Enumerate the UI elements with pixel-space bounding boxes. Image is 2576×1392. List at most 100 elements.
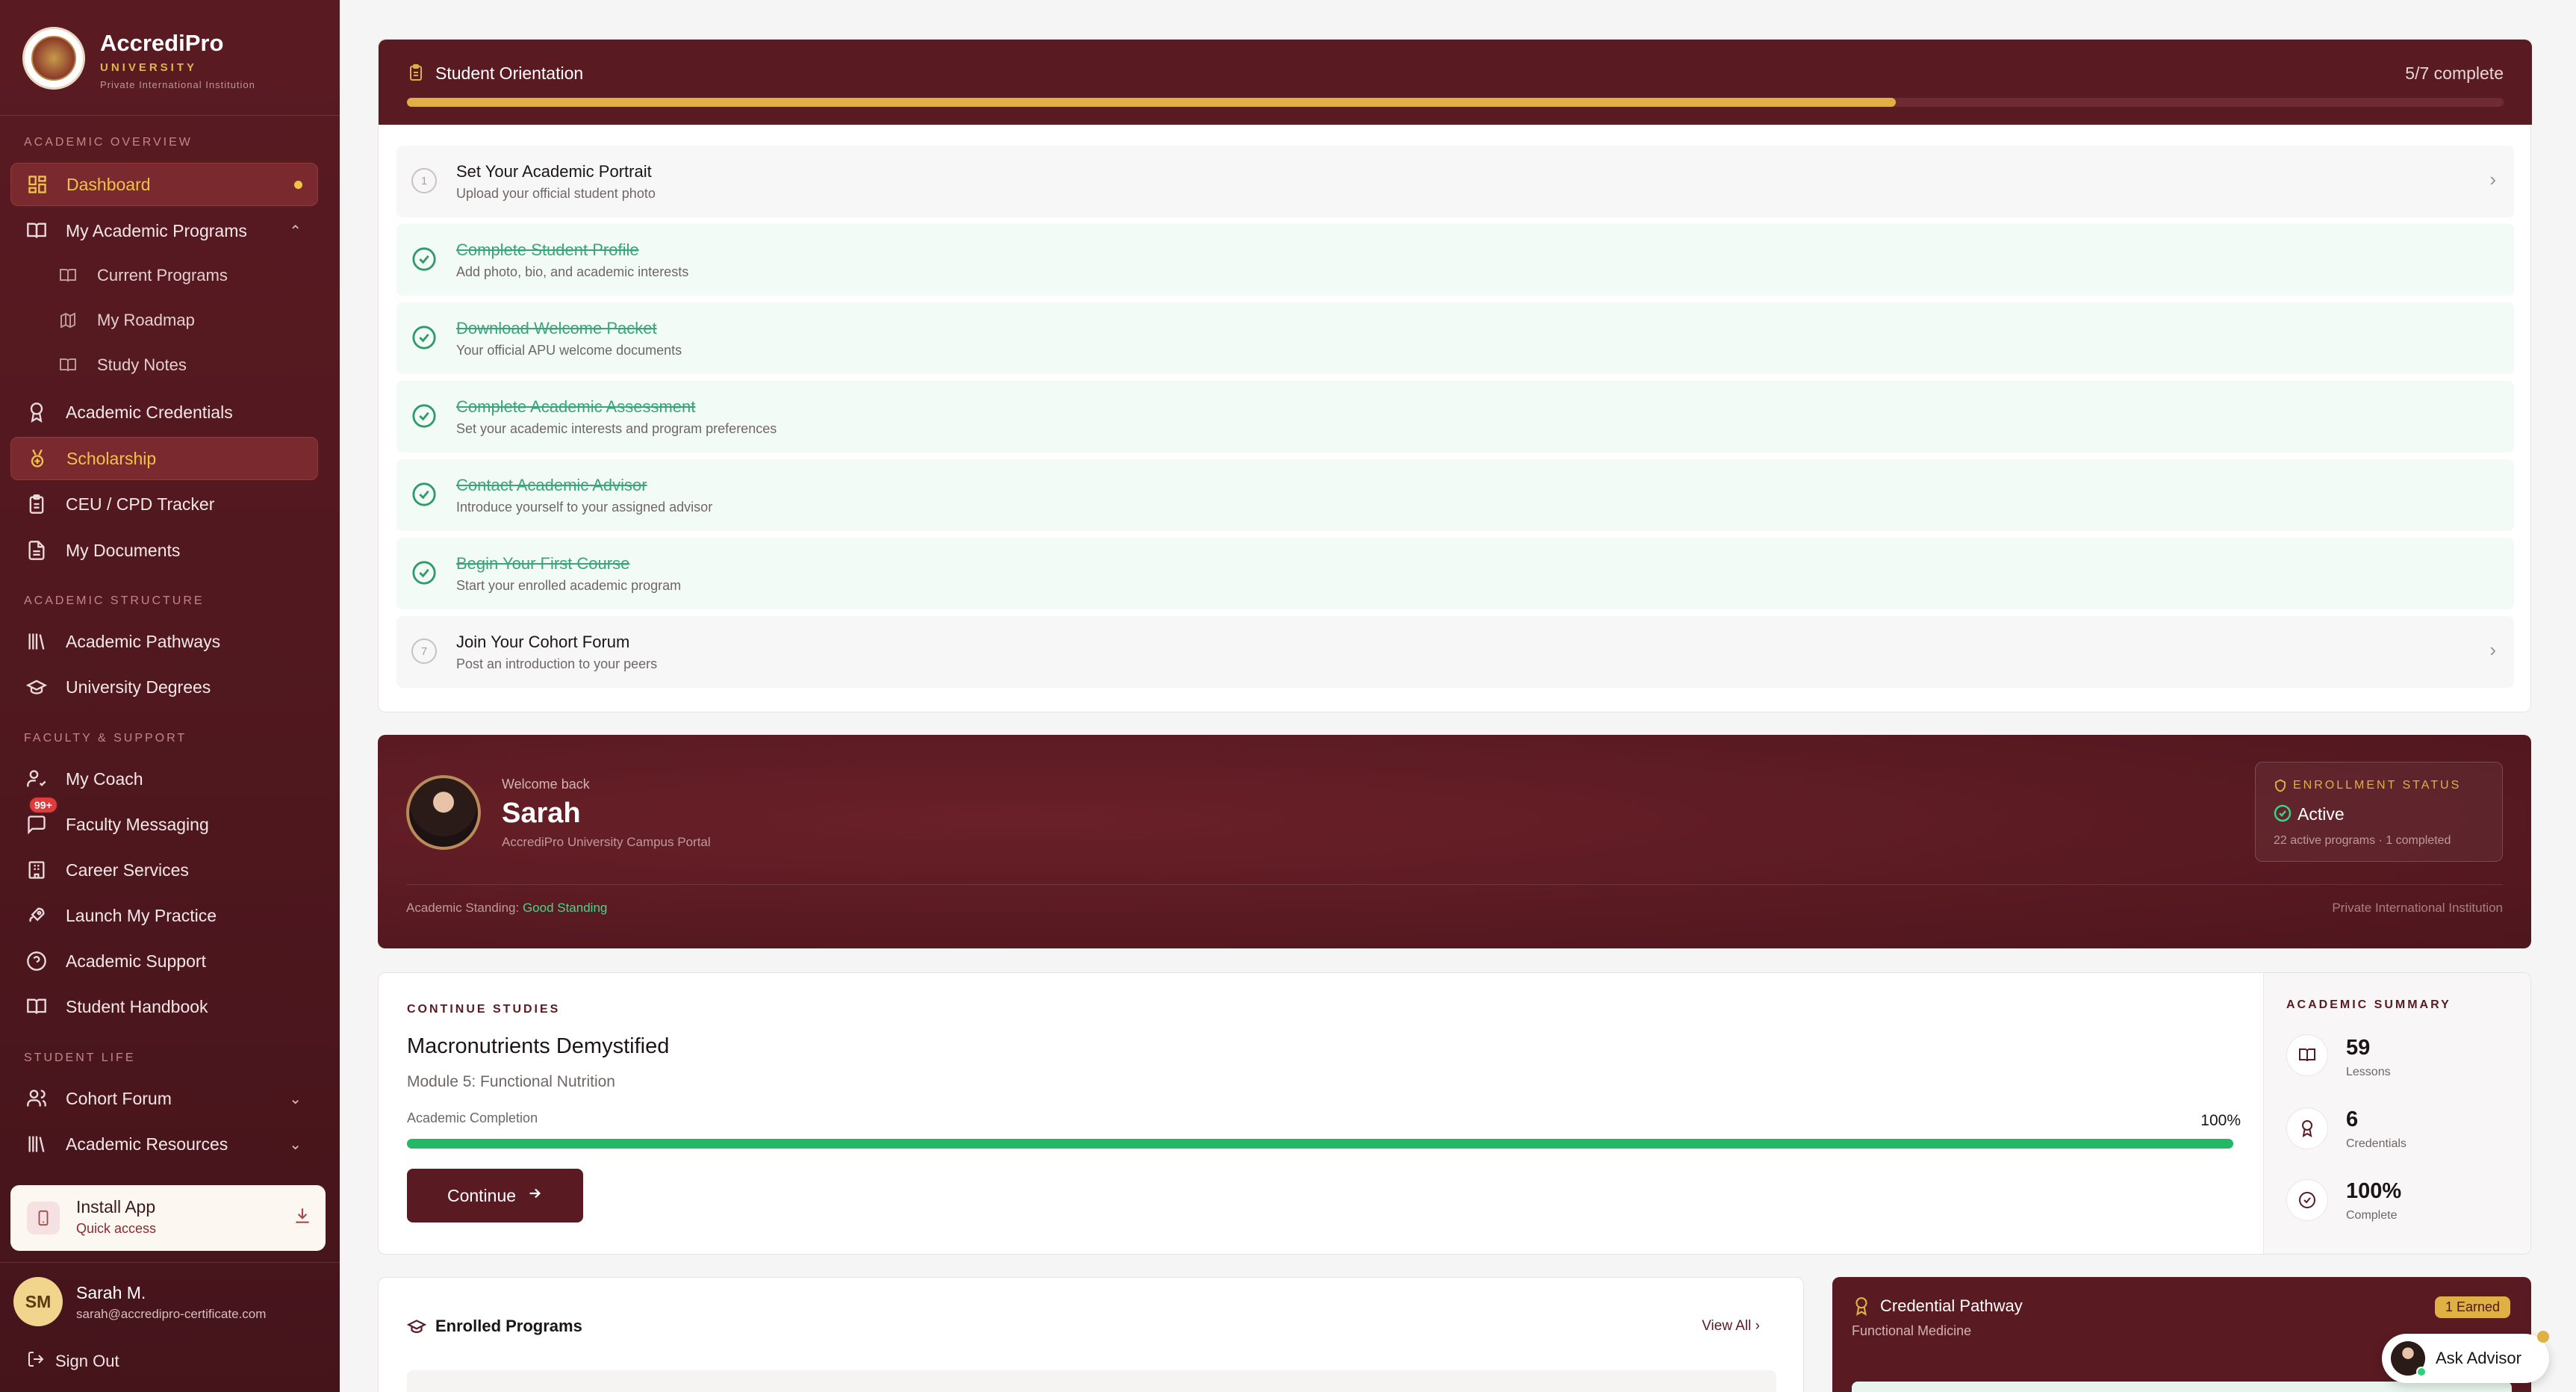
brand[interactable]: AccrediPro UNIVERSITY Private Internatio…: [22, 27, 321, 94]
user-email: sarah@accredipro-certificate.com: [76, 1307, 267, 1321]
clipboard-icon: [25, 493, 48, 515]
check-circle-icon: [411, 325, 437, 350]
map-icon: [57, 309, 79, 332]
module-name: Module 5: Functional Nutrition: [407, 1073, 615, 1090]
library-icon: [25, 630, 48, 653]
sidebar-item-label: My Roadmap: [97, 311, 195, 329]
sidebar-item-handbook[interactable]: Student Handbook: [10, 985, 318, 1028]
chevron-down-icon: ⌄: [289, 1090, 302, 1107]
avatar: SM: [13, 1277, 63, 1326]
chevron-right-icon: ›: [2489, 638, 2496, 661]
sidebar-item-current-programs[interactable]: Current Programs: [10, 254, 318, 297]
orientation-task[interactable]: Complete Student Profile Add photo, bio, …: [396, 224, 2514, 296]
sidebar-item-scholarship[interactable]: Scholarship: [10, 437, 318, 480]
install-app-button[interactable]: Install App Quick access: [10, 1185, 326, 1251]
sidebar-item-label: Academic Pathways: [66, 631, 221, 651]
chevron-right-icon: ›: [1755, 1318, 1760, 1334]
check-circle-icon: [2286, 1179, 2328, 1221]
medal-icon: [26, 447, 49, 470]
orientation-task[interactable]: Download Welcome Packet Your official APU…: [396, 302, 2514, 374]
sidebar-item-label: My Academic Programs: [66, 220, 247, 240]
sidebar-item-resources[interactable]: Academic Resources ⌄: [10, 1122, 318, 1166]
award-icon: [2286, 1107, 2328, 1149]
grid-icon: [26, 173, 49, 196]
task-description: Introduce yourself to your assigned advi…: [456, 500, 713, 515]
orientation-progress-bar: [407, 98, 2504, 107]
sidebar-item-pathways[interactable]: Academic Pathways: [10, 620, 318, 663]
sidebar-divider: [0, 115, 340, 116]
academic-summary: ACADEMIC SUMMARY 59 Lessons 6 Credential…: [2263, 973, 2530, 1254]
sign-out-label: Sign Out: [55, 1352, 119, 1370]
enrolled-title: Enrolled Programs: [435, 1317, 582, 1335]
sidebar-item-coach[interactable]: My Coach: [10, 757, 318, 801]
user-name: Sarah M.: [76, 1283, 146, 1302]
student-photo: [406, 775, 481, 850]
check-circle-icon: [411, 246, 437, 272]
sidebar-item-study-notes[interactable]: Study Notes: [10, 344, 318, 387]
sidebar-item-career[interactable]: Career Services: [10, 848, 318, 892]
building-icon: [25, 859, 48, 881]
course-title[interactable]: Macronutrients Demystified: [407, 1034, 669, 1059]
step-number: 7: [411, 638, 437, 664]
ask-advisor-button[interactable]: Ask Advisor: [2382, 1334, 2549, 1383]
sidebar-item-ceu-tracker[interactable]: CEU / CPD Tracker: [10, 482, 318, 526]
sidebar-item-label: Scholarship: [66, 448, 157, 468]
sidebar-item-dashboard[interactable]: Dashboard: [10, 163, 318, 206]
graduation-cap-icon: [406, 1317, 427, 1340]
orientation-task[interactable]: 7 Join Your Cohort Forum Post an introduct…: [396, 616, 2514, 688]
orientation-header: Student Orientation 5/7 complete: [379, 40, 2532, 125]
sidebar-item-documents[interactable]: My Documents: [10, 529, 318, 572]
continue-button[interactable]: Continue: [407, 1169, 583, 1222]
sign-out-button[interactable]: Sign Out: [27, 1350, 119, 1373]
sidebar-item-degrees[interactable]: University Degrees: [10, 665, 318, 709]
orientation-task[interactable]: 1 Set Your Academic Portrait Upload your o…: [396, 146, 2514, 217]
help-circle-icon: [25, 950, 48, 972]
orientation-task[interactable]: Complete Academic Assessment Set your aca…: [396, 381, 2514, 453]
sidebar-item-label: Study Notes: [97, 355, 187, 374]
library-icon: [25, 1133, 48, 1155]
complete-label: Complete: [2346, 1209, 2398, 1222]
completion-progress-fill: [407, 1139, 2233, 1149]
arrow-right-icon: [526, 1185, 543, 1206]
award-icon: [25, 401, 48, 423]
brand-subtitle: UNIVERSITY: [100, 61, 198, 74]
step-number: 1: [411, 168, 437, 193]
program-row[interactable]: [407, 1370, 1776, 1392]
check-circle-icon: [411, 403, 437, 429]
sidebar-item-programs[interactable]: My Academic Programs ⌃: [10, 209, 318, 252]
university-logo-icon: [22, 27, 85, 90]
advisor-avatar: [2391, 1341, 2427, 1377]
sidebar-item-practice[interactable]: Launch My Practice: [10, 894, 318, 937]
task-description: Start your enrolled academic program: [456, 578, 682, 593]
orientation-task[interactable]: Begin Your First Course Start your enroll…: [396, 538, 2514, 609]
sidebar-item-label: Launch My Practice: [66, 905, 217, 925]
sidebar-item-credentials[interactable]: Academic Credentials: [10, 391, 318, 434]
section-heading-life: STUDENT LIFE: [24, 1051, 136, 1064]
view-all-link[interactable]: View All ›: [1702, 1318, 1760, 1334]
user-profile[interactable]: SM Sarah M. sarah@accredipro-certificate…: [13, 1277, 327, 1329]
check-circle-icon: [411, 482, 437, 507]
portal-name: AccrediPro University Campus Portal: [502, 835, 711, 849]
install-title: Install App: [76, 1197, 156, 1217]
sidebar-divider: [0, 1262, 340, 1263]
sidebar-item-forum[interactable]: Cohort Forum ⌄: [10, 1077, 318, 1120]
task-description: Add photo, bio, and academic interests: [456, 264, 689, 279]
enrollment-status: Active: [2297, 804, 2345, 824]
task-title: Set Your Academic Portrait: [456, 162, 652, 181]
sidebar-item-roadmap[interactable]: My Roadmap: [10, 299, 318, 342]
sidebar-item-support[interactable]: Academic Support: [10, 939, 318, 983]
book-icon: [25, 995, 48, 1018]
graduation-cap-icon: [25, 676, 48, 698]
online-dot: [2416, 1367, 2427, 1377]
sidebar-item-label: Cohort Forum: [66, 1088, 172, 1108]
continue-label: Continue: [447, 1185, 517, 1205]
sidebar-item-messaging[interactable]: 99+ Faculty Messaging: [10, 796, 318, 846]
complete-value: 100%: [2346, 1179, 2402, 1203]
chevron-right-icon: ›: [2489, 168, 2496, 190]
unread-badge: 99+: [28, 796, 58, 814]
section-heading-faculty: FACULTY & SUPPORT: [24, 732, 187, 745]
orientation-task[interactable]: Contact Academic Advisor Introduce yourse…: [396, 459, 2514, 531]
credential-row[interactable]: [1852, 1382, 2512, 1392]
task-description: Set your academic interests and program …: [456, 421, 777, 436]
credential-subtitle: Functional Medicine: [1852, 1323, 1972, 1338]
